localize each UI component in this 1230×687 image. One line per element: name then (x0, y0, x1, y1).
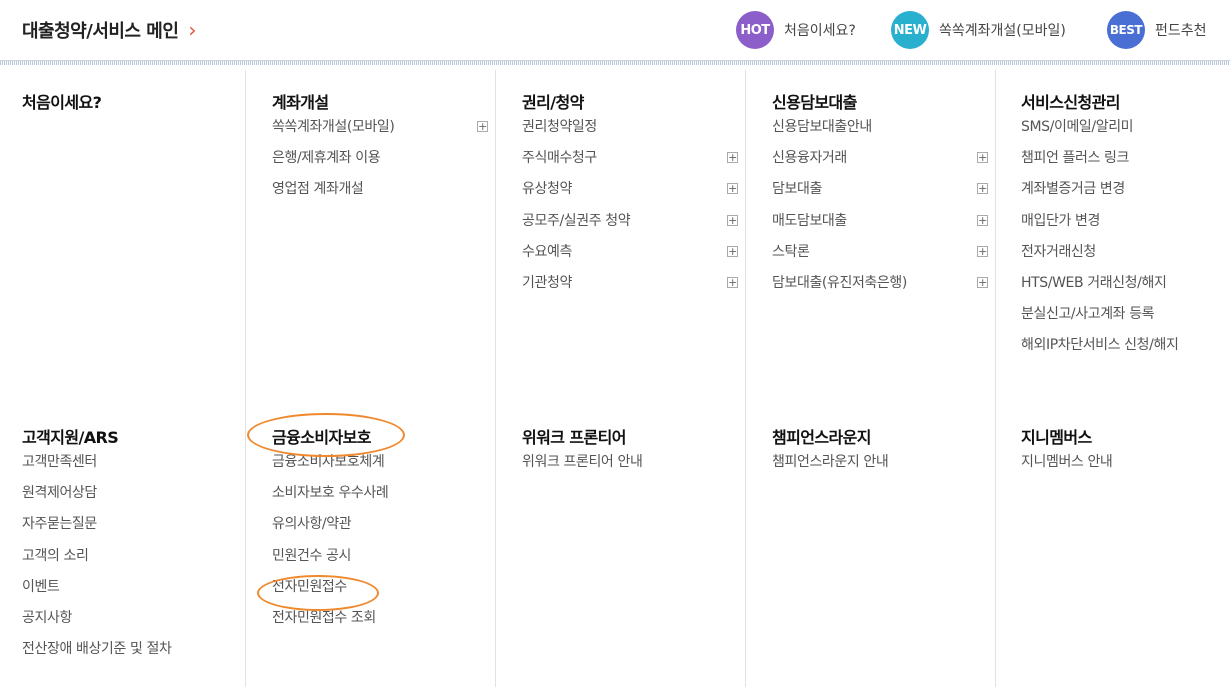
page-title-text: 대출청약/서비스 메인 (22, 21, 179, 42)
menu-item[interactable]: 매도담보대출 + (772, 206, 990, 237)
column-divider (995, 70, 996, 687)
menu-list: 위워크 프론티어 안내 (522, 447, 740, 478)
menu-item[interactable]: 자주묻는질문 (22, 509, 240, 540)
menu-item[interactable]: 주식매수청구 + (522, 143, 740, 174)
menu-group-title[interactable]: 챔피언스라운지 (772, 427, 990, 449)
menu-item[interactable]: 해외IP차단서비스 신청/해지 (1021, 330, 1226, 361)
quick-link-best[interactable]: BEST 펀드추천 (1107, 11, 1207, 49)
menu-item[interactable]: SMS/이메일/알리미 (1021, 112, 1226, 143)
menu-item[interactable]: 쏙쏙계좌개설(모바일) + (272, 112, 490, 143)
menu-item[interactable]: 매입단가 변경 (1021, 206, 1226, 237)
menu-item[interactable]: 전자거래신청 (1021, 237, 1226, 268)
menu-group-rights-subscription: 권리/청약 권리청약일정 주식매수청구 + 유상청약 + 공모주/실권주 청약 + 수… (522, 92, 740, 299)
expand-plus-icon[interactable]: + (727, 183, 738, 195)
quick-link-label: 쏙쏙계좌개설(모바일) (939, 23, 1066, 39)
menu-item[interactable]: 소비자보호 우수사례 (272, 478, 490, 509)
menu-item[interactable]: 수요예측 + (522, 237, 740, 268)
menu-group-title[interactable]: 고객지원/ARS (22, 427, 240, 449)
menu-item[interactable]: 담보대출 + (772, 174, 990, 205)
menu-group-wework-frontier: 위워크 프론티어 위워크 프론티어 안내 (522, 427, 740, 478)
column-divider (245, 70, 246, 687)
hot-badge-icon: HOT (736, 11, 774, 49)
menu-group-credit-loan: 신용담보대출 신용담보대출안내 신용융자거래 + 담보대출 + 매도담보대출 + 스탁… (772, 92, 990, 299)
menu-group-title[interactable]: 서비스신청관리 (1021, 92, 1226, 114)
menu-item[interactable]: 담보대출(유진저축은행) + (772, 268, 990, 299)
page-title[interactable]: 대출청약/서비스 메인 › (22, 17, 196, 43)
menu-list: 챔피언스라운지 안내 (772, 447, 990, 478)
sitemap-grid: 처음이세요? 계좌개설 쏙쏙계좌개설(모바일) + 은행/제휴계좌 이용 영업점 … (0, 65, 1230, 687)
menu-item[interactable]: 전자민원접수 조회 (272, 603, 490, 634)
menu-item[interactable]: 공지사항 (22, 603, 240, 634)
quick-link-label: 처음이세요? (784, 23, 856, 39)
menu-item[interactable]: 유의사항/약관 (272, 509, 490, 540)
menu-item[interactable]: 전산장애 배상기준 및 절차 (22, 634, 240, 665)
menu-item[interactable]: 위워크 프론티어 안내 (522, 447, 740, 478)
menu-list: 권리청약일정 주식매수청구 + 유상청약 + 공모주/실권주 청약 + 수요예측 + 기… (522, 112, 740, 299)
menu-item[interactable]: 이벤트 (22, 572, 240, 603)
menu-group-customer-support: 고객지원/ARS 고객만족센터 원격제어상담 자주묻는질문 고객의 소리 이벤트… (22, 427, 240, 665)
expand-plus-icon[interactable]: + (977, 276, 988, 288)
menu-item[interactable]: 계좌별증거금 변경 (1021, 174, 1226, 205)
new-badge-icon: NEW (891, 11, 929, 49)
menu-list: 지니멤버스 안내 (1021, 447, 1226, 478)
menu-item-electronic-complaint[interactable]: 전자민원접수 (272, 572, 490, 603)
quick-link-hot[interactable]: HOT 처음이세요? (736, 11, 856, 49)
menu-group-first-visit: 처음이세요? (22, 92, 232, 114)
menu-item[interactable]: 고객의 소리 (22, 541, 240, 572)
expand-plus-icon[interactable]: + (727, 245, 738, 257)
menu-item[interactable]: 권리청약일정 (522, 112, 740, 143)
expand-plus-icon[interactable]: + (727, 152, 738, 164)
menu-group-title[interactable]: 신용담보대출 (772, 92, 990, 114)
expand-plus-icon[interactable]: + (727, 214, 738, 226)
menu-item[interactable]: 공모주/실권주 청약 + (522, 206, 740, 237)
expand-plus-icon[interactable]: + (977, 245, 988, 257)
menu-group-account-opening: 계좌개설 쏙쏙계좌개설(모바일) + 은행/제휴계좌 이용 영업점 계좌개설 (272, 92, 490, 206)
menu-item[interactable]: 고객만족센터 (22, 447, 240, 478)
column-divider (495, 70, 496, 687)
menu-group-title[interactable]: 위워크 프론티어 (522, 427, 740, 449)
menu-list: 금융소비자보호체계 소비자보호 우수사례 유의사항/약관 민원건수 공시 전자민… (272, 447, 490, 634)
menu-item[interactable]: 영업점 계좌개설 (272, 174, 490, 205)
expand-plus-icon[interactable]: + (727, 276, 738, 288)
header-bar: 대출청약/서비스 메인 › HOT 처음이세요? NEW 쏙쏙계좌개설(모바일)… (0, 0, 1230, 60)
menu-group-genie-members: 지니멤버스 지니멤버스 안내 (1021, 427, 1226, 478)
menu-group-service-management: 서비스신청관리 SMS/이메일/알리미 챔피언 플러스 링크 계좌별증거금 변경… (1021, 92, 1226, 362)
menu-item[interactable]: 은행/제휴계좌 이용 (272, 143, 490, 174)
menu-item[interactable]: 기관청약 + (522, 268, 740, 299)
menu-item[interactable]: 지니멤버스 안내 (1021, 447, 1226, 478)
menu-item[interactable]: 신용담보대출안내 (772, 112, 990, 143)
expand-plus-icon[interactable]: + (977, 152, 988, 164)
menu-group-title[interactable]: 지니멤버스 (1021, 427, 1226, 449)
menu-group-title[interactable]: 금융소비자보호 (272, 427, 490, 449)
menu-list: 고객만족센터 원격제어상담 자주묻는질문 고객의 소리 이벤트 공지사항 전산장… (22, 447, 240, 665)
menu-group-consumer-protection: 금융소비자보호 금융소비자보호체계 소비자보호 우수사례 유의사항/약관 민원건… (272, 427, 490, 634)
menu-list: 쏙쏙계좌개설(모바일) + 은행/제휴계좌 이용 영업점 계좌개설 (272, 112, 490, 206)
expand-plus-icon[interactable]: + (477, 121, 488, 132)
menu-group-title[interactable]: 권리/청약 (522, 92, 740, 114)
menu-item[interactable]: 챔피언 플러스 링크 (1021, 143, 1226, 174)
menu-item[interactable]: 스탁론 + (772, 237, 990, 268)
column-divider (745, 70, 746, 687)
menu-item[interactable]: 챔피언스라운지 안내 (772, 447, 990, 478)
quick-link-new[interactable]: NEW 쏙쏙계좌개설(모바일) (891, 11, 1066, 49)
menu-group-champions-lounge: 챔피언스라운지 챔피언스라운지 안내 (772, 427, 990, 478)
expand-plus-icon[interactable]: + (977, 183, 988, 195)
menu-item[interactable]: 금융소비자보호체계 (272, 447, 490, 478)
menu-item[interactable]: 신용융자거래 + (772, 143, 990, 174)
menu-item[interactable]: 민원건수 공시 (272, 541, 490, 572)
menu-group-title[interactable]: 처음이세요? (22, 92, 232, 114)
expand-plus-icon[interactable]: + (977, 214, 988, 226)
menu-list: 신용담보대출안내 신용융자거래 + 담보대출 + 매도담보대출 + 스탁론 + 담보대출… (772, 112, 990, 299)
menu-item[interactable]: 원격제어상담 (22, 478, 240, 509)
chevron-right-icon: › (188, 18, 196, 42)
best-badge-icon: BEST (1107, 11, 1145, 49)
menu-list: SMS/이메일/알리미 챔피언 플러스 링크 계좌별증거금 변경 매입단가 변경… (1021, 112, 1226, 362)
menu-item[interactable]: 분실신고/사고계좌 등록 (1021, 299, 1226, 330)
menu-group-title[interactable]: 계좌개설 (272, 92, 490, 114)
quick-link-label: 펀드추천 (1155, 23, 1207, 39)
menu-item[interactable]: 유상청약 + (522, 174, 740, 205)
menu-item[interactable]: HTS/WEB 거래신청/해지 (1021, 268, 1226, 299)
